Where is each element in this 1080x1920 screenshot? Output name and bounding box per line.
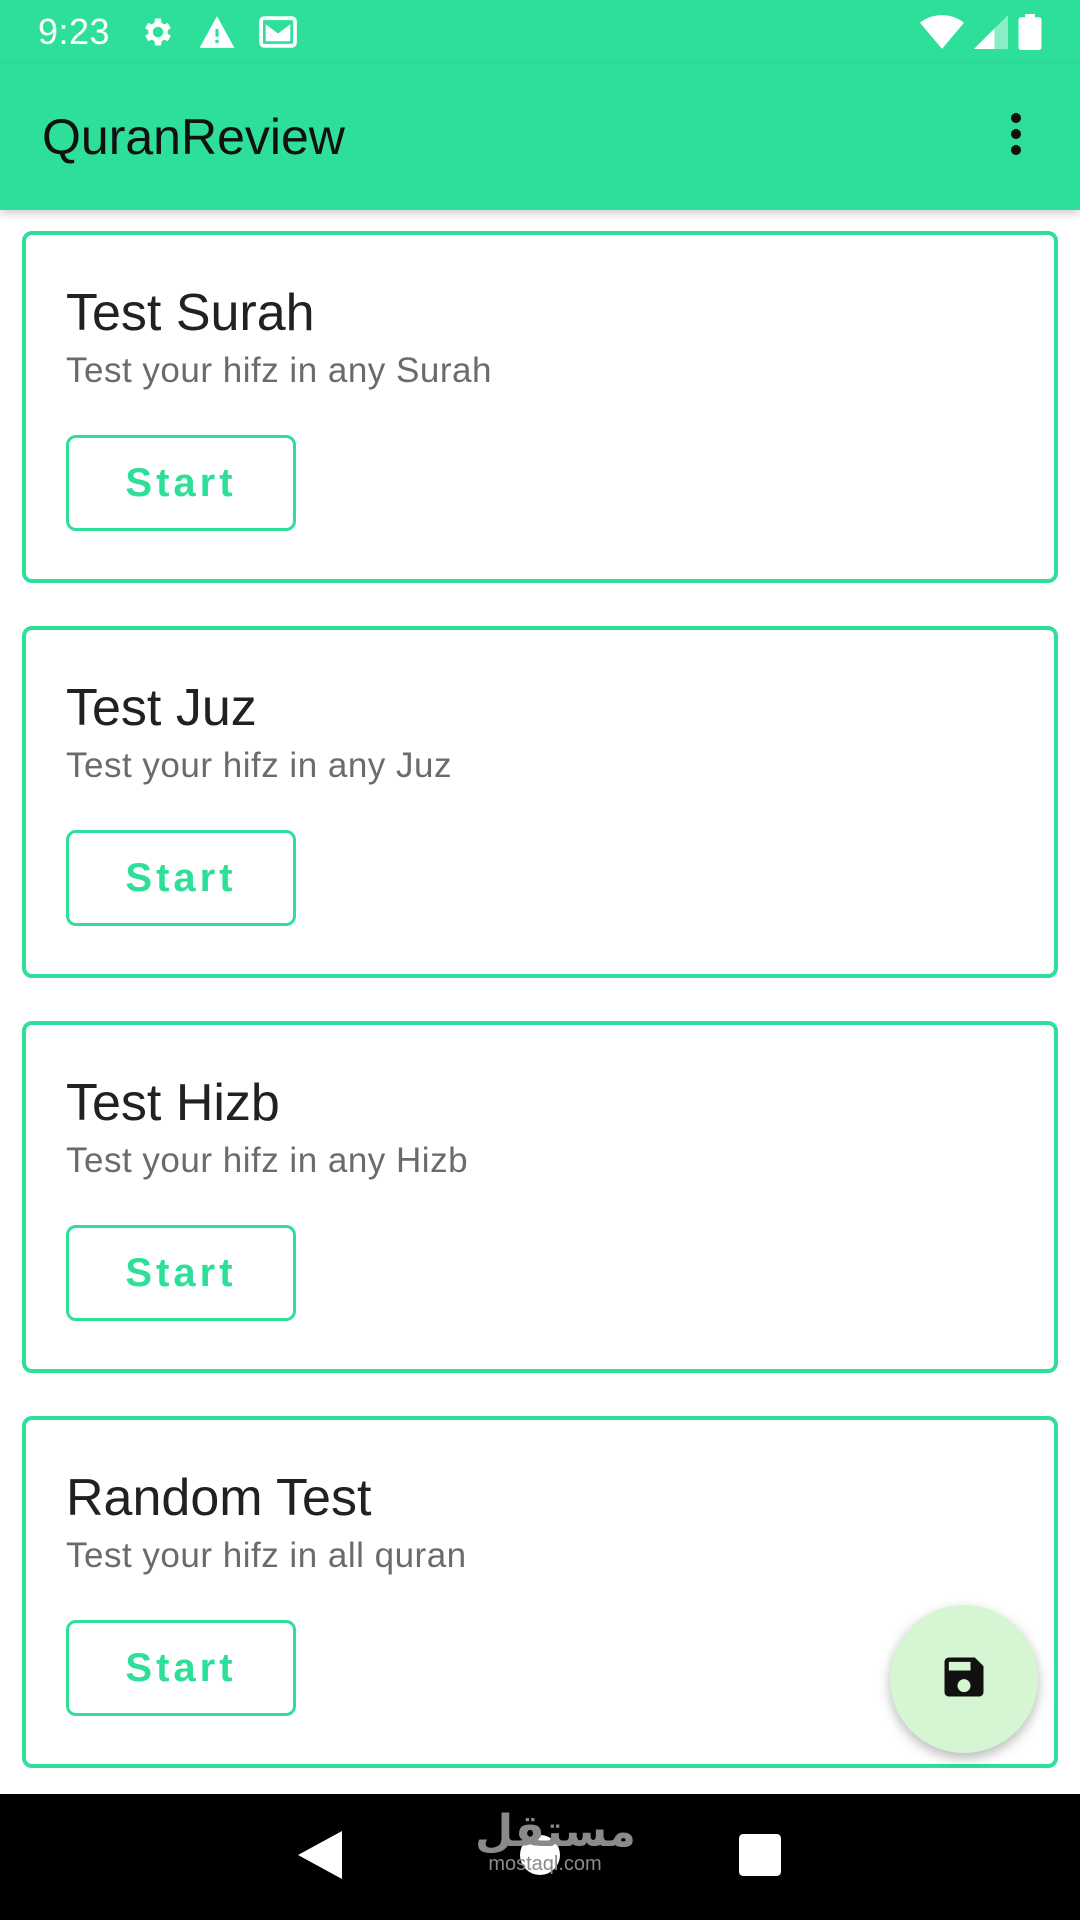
watermark-arabic: مستقل (475, 1806, 636, 1857)
nav-back-button[interactable] (280, 1817, 360, 1897)
watermark-latin: mostaql.com (488, 1853, 602, 1875)
warning-icon (198, 14, 236, 50)
card-subtitle: Test your hifz in any Hizb (66, 1141, 469, 1180)
gear-icon (140, 14, 176, 50)
save-fab[interactable] (890, 1605, 1038, 1753)
overflow-menu-button[interactable] (986, 107, 1046, 167)
watermark: مستقل mostaql.com (475, 1806, 636, 1875)
wifi-icon (920, 14, 964, 49)
start-button-random[interactable]: Start (66, 1620, 296, 1716)
start-button-surah[interactable]: Start (66, 435, 296, 531)
card-test-surah: Test Surah Test your hifz in any Surah S… (22, 231, 1058, 583)
card-title: Random Test (66, 1469, 372, 1527)
card-test-hizb: Test Hizb Test your hifz in any Hizb Sta… (22, 1021, 1058, 1373)
test-list: Test Surah Test your hifz in any Surah S… (0, 210, 1080, 1794)
cell-signal-icon (974, 14, 1008, 49)
card-title: Test Surah (66, 284, 315, 342)
nav-recents-button[interactable] (720, 1817, 800, 1897)
status-time: 9:23 (38, 10, 111, 52)
recents-icon (739, 1833, 781, 1881)
status-left-icons (140, 14, 298, 50)
app-title: QuranReview (42, 108, 345, 165)
more-vert-icon (1008, 111, 1024, 162)
card-subtitle: Test your hifz in any Surah (66, 351, 492, 390)
battery-icon (1018, 13, 1042, 50)
card-subtitle: Test your hifz in any Juz (66, 746, 452, 785)
app-bar: QuranReview (0, 63, 1080, 210)
start-button-juz[interactable]: Start (66, 830, 296, 926)
card-test-juz: Test Juz Test your hifz in any Juz Start (22, 626, 1058, 978)
card-title: Test Juz (66, 679, 257, 737)
card-subtitle: Test your hifz in all quran (66, 1536, 467, 1575)
start-button-hizb[interactable]: Start (66, 1225, 296, 1321)
save-icon (938, 1651, 990, 1708)
status-right-icons (920, 13, 1042, 50)
mail-icon (258, 14, 298, 50)
status-bar: 9:23 (0, 0, 1080, 63)
card-title: Test Hizb (66, 1074, 280, 1132)
back-icon (298, 1830, 342, 1884)
